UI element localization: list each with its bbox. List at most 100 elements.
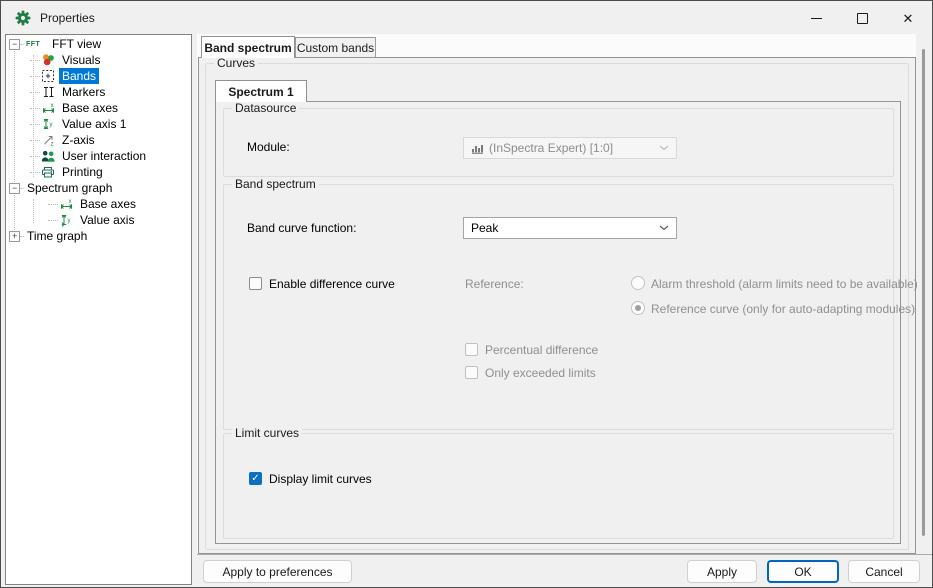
tree-item-label: User interaction: [59, 148, 149, 164]
base-axes-icon: x: [58, 197, 74, 211]
tree-item-bands[interactable]: Bands: [6, 68, 191, 84]
alarm-threshold-label[interactable]: Alarm threshold (alarm limits need to be…: [651, 277, 918, 291]
svg-text:z: z: [50, 142, 53, 147]
tab-spectrum-1[interactable]: Spectrum 1: [215, 80, 307, 102]
datasource-group: Datasource Module: (InSpectra Expert) [1…: [223, 108, 894, 177]
close-button[interactable]: ✕: [885, 2, 931, 34]
tree-item-label: Base axes: [59, 100, 121, 116]
band-curve-function-dropdown[interactable]: Peak: [463, 217, 677, 239]
tree-item-label: Value axis 1: [59, 116, 129, 132]
window-controls: ✕: [793, 2, 931, 34]
fft-icon: FFT: [26, 37, 46, 51]
value-axis-icon: y: [58, 213, 74, 227]
tab-custom-bands[interactable]: Custom bands: [295, 37, 376, 57]
bar-chart-icon: [471, 143, 484, 154]
properties-dialog: Properties ✕ − FFT FFT view Visuals: [0, 0, 933, 588]
reference-label: Reference:: [465, 277, 524, 291]
tab-band-spectrum[interactable]: Band spectrum: [201, 36, 295, 58]
tree-item-base-axes-2[interactable]: x Base axes: [6, 196, 191, 212]
tab-label: Spectrum 1: [228, 85, 293, 99]
display-limit-curves-checkbox[interactable]: ✓: [249, 472, 262, 485]
tree-connector: [30, 76, 40, 77]
alarm-threshold-radio[interactable]: [631, 276, 645, 290]
band-spectrum-tab-page: Curves Spectrum 1 Datasource Module: (In…: [198, 57, 916, 554]
bands-icon: [40, 69, 56, 83]
tab-label: Band spectrum: [204, 41, 291, 55]
svg-text:x: x: [68, 199, 71, 205]
window-title: Properties: [40, 11, 95, 25]
group-label: Limit curves: [232, 426, 302, 440]
tree-item-label: Markers: [59, 84, 108, 100]
curves-group: Curves Spectrum 1 Datasource Module: (In…: [205, 63, 909, 550]
group-label: Band spectrum: [232, 177, 319, 191]
percentual-difference-checkbox[interactable]: [465, 343, 478, 356]
user-interaction-icon: [40, 149, 56, 163]
spectrum-1-tab-page: Datasource Module: (InSpectra Expert) [1…: [215, 101, 901, 544]
value-axis-icon: y: [40, 117, 56, 131]
gear-icon: [15, 10, 31, 26]
tree-item-base-axes[interactable]: x Base axes: [6, 100, 191, 116]
markers-icon: [40, 85, 56, 99]
apply-button[interactable]: Apply: [687, 560, 757, 583]
tree-connector: [30, 92, 40, 93]
enable-difference-curve-label[interactable]: Enable difference curve: [269, 277, 395, 291]
enable-difference-curve-checkbox[interactable]: [249, 277, 262, 290]
module-dropdown[interactable]: (InSpectra Expert) [1:0]: [463, 137, 677, 159]
tree-connector: [48, 220, 58, 221]
tree-item-label: Printing: [59, 164, 106, 180]
chevron-down-icon: [659, 225, 669, 231]
tree-item-visuals[interactable]: Visuals: [6, 52, 191, 68]
cancel-button[interactable]: Cancel: [848, 560, 920, 583]
reference-curve-radio[interactable]: [631, 301, 645, 315]
only-exceeded-limits-checkbox[interactable]: [465, 366, 478, 379]
group-label: Curves: [214, 56, 258, 70]
vertical-scrollbar[interactable]: [916, 34, 932, 554]
apply-to-preferences-button[interactable]: Apply to preferences: [203, 560, 352, 583]
tree-connector: [30, 140, 40, 141]
percentual-difference-label[interactable]: Percentual difference: [485, 343, 598, 357]
tree-item-label: Visuals: [59, 52, 103, 68]
ok-button[interactable]: OK: [767, 560, 839, 583]
scrollbar-thumb[interactable]: [922, 49, 925, 536]
chevron-down-icon: [659, 145, 669, 151]
display-limit-curves-label[interactable]: Display limit curves: [269, 472, 372, 486]
tree-connector: [30, 172, 40, 173]
tree-connector: [20, 44, 24, 45]
tree-item-label: FFT view: [49, 36, 104, 52]
tab-label: Custom bands: [297, 41, 374, 55]
tree-item-label-selected: Bands: [59, 68, 99, 84]
tree-item-markers[interactable]: Markers: [6, 84, 191, 100]
band-curve-function-label: Band curve function:: [247, 221, 356, 235]
settings-pane: Band spectrum Custom bands Curves Spectr…: [197, 34, 932, 585]
collapse-icon[interactable]: −: [9, 39, 20, 50]
collapse-icon[interactable]: −: [9, 183, 20, 194]
reference-curve-label[interactable]: Reference curve (only for auto-adapting …: [651, 302, 915, 316]
tree-item-label: Base axes: [77, 196, 139, 212]
tree-connector: [30, 108, 40, 109]
module-value: (InSpectra Expert) [1:0]: [489, 141, 613, 155]
tree-item-user-interaction[interactable]: User interaction: [6, 148, 191, 164]
visuals-icon: [40, 53, 56, 67]
only-exceeded-limits-label[interactable]: Only exceeded limits: [485, 366, 596, 380]
tree-item-value-axis-2[interactable]: y Value axis: [6, 212, 191, 228]
band-spectrum-group: Band spectrum Band curve function: Peak …: [223, 184, 894, 430]
tree-item-time-graph[interactable]: + Time graph: [6, 228, 191, 244]
base-axes-icon: x: [40, 101, 56, 115]
module-label: Module:: [247, 140, 290, 154]
svg-text:x: x: [50, 103, 53, 109]
expand-icon[interactable]: +: [9, 231, 20, 242]
titlebar: Properties ✕: [2, 2, 931, 34]
tree-item-fft-view[interactable]: − FFT FFT view: [6, 36, 191, 52]
tree-item-z-axis[interactable]: z Z-axis: [6, 132, 191, 148]
tree-connector: [30, 124, 40, 125]
footer-bar: Apply to preferences Apply OK Cancel: [197, 555, 932, 585]
tree-item-value-axis-1[interactable]: y Value axis 1: [6, 116, 191, 132]
tree-connector: [30, 156, 40, 157]
tree-item-printing[interactable]: Printing: [6, 164, 191, 180]
maximize-button[interactable]: [839, 2, 885, 34]
minimize-button[interactable]: [793, 2, 839, 34]
tree-item-spectrum-graph[interactable]: − Spectrum graph: [6, 180, 191, 196]
tree-item-label: Z-axis: [59, 132, 98, 148]
limit-curves-group: Limit curves ✓ Display limit curves: [223, 433, 894, 539]
tree-item-label: Spectrum graph: [24, 180, 115, 196]
